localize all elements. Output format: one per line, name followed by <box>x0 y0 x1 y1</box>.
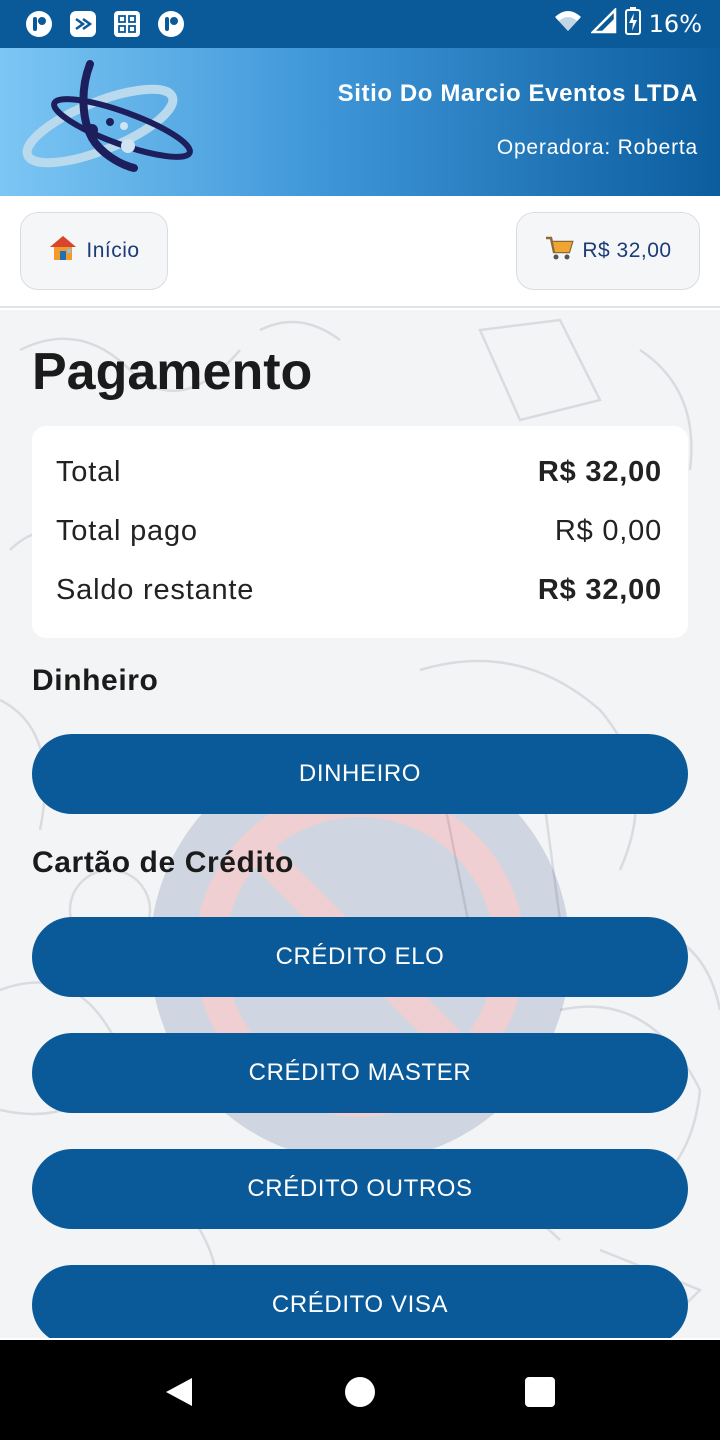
credit-elo-button[interactable]: CRÉDITO ELO <box>32 917 688 997</box>
house-icon <box>48 234 78 268</box>
home-circle-icon[interactable] <box>345 1377 375 1407</box>
app-notification-icon <box>24 9 54 39</box>
operator-name: Operadora: Roberta <box>496 136 698 159</box>
paid-label: Total pago <box>56 515 198 547</box>
total-value: R$ 32,00 <box>537 456 662 488</box>
payment-summary-card: Total R$ 32,00 Total pago R$ 0,00 Saldo … <box>32 426 688 638</box>
cellular-signal-icon <box>589 6 617 40</box>
credit-outros-button[interactable]: CRÉDITO OUTROS <box>32 1149 688 1229</box>
battery-charging-icon <box>624 7 641 41</box>
company-name: Sitio Do Marcio Eventos LTDA <box>337 80 698 107</box>
app-header: Sitio Do Marcio Eventos LTDA Operadora: … <box>0 48 720 196</box>
notification-icons <box>24 9 186 39</box>
total-row: Total R$ 32,00 <box>56 456 662 489</box>
recents-square-icon[interactable] <box>525 1377 555 1407</box>
wifi-icon <box>553 9 583 39</box>
status-bar: 16% <box>0 0 720 48</box>
remaining-row: Saldo restante R$ 32,00 <box>56 574 662 607</box>
cart-total: R$ 32,00 <box>582 239 672 262</box>
company-logo <box>22 60 193 172</box>
credit-master-button[interactable]: CRÉDITO MASTER <box>32 1033 688 1113</box>
credit-section-title: Cartão de Crédito <box>32 846 294 879</box>
screen-share-icon <box>68 9 98 39</box>
paid-row: Total pago R$ 0,00 <box>56 515 662 548</box>
page-title: Pagamento <box>32 343 313 401</box>
navigation-bar <box>0 1340 720 1440</box>
cart-button[interactable]: R$ 32,00 <box>516 212 700 290</box>
total-label: Total <box>56 456 122 488</box>
cash-payment-button[interactable]: DINHEIRO <box>32 734 688 814</box>
home-button[interactable]: Início <box>20 212 168 290</box>
credit-visa-button[interactable]: CRÉDITO VISA <box>32 1265 688 1338</box>
remaining-label: Saldo restante <box>56 574 255 606</box>
home-button-label: Início <box>86 239 140 262</box>
paid-value: R$ 0,00 <box>554 515 662 547</box>
back-icon[interactable] <box>164 1376 194 1408</box>
cash-section-title: Dinheiro <box>32 664 159 697</box>
app-notification-icon <box>156 9 186 39</box>
toolbar: Início R$ 32,00 <box>0 196 720 308</box>
payment-screen[interactable]: Pagamento Total R$ 32,00 Total pago R$ 0… <box>0 310 720 1338</box>
remaining-value: R$ 32,00 <box>537 574 662 606</box>
system-status: 16% <box>553 6 702 41</box>
qr-app-icon <box>112 9 142 39</box>
shopping-cart-icon <box>544 234 575 268</box>
battery-percent: 16% <box>648 10 702 38</box>
